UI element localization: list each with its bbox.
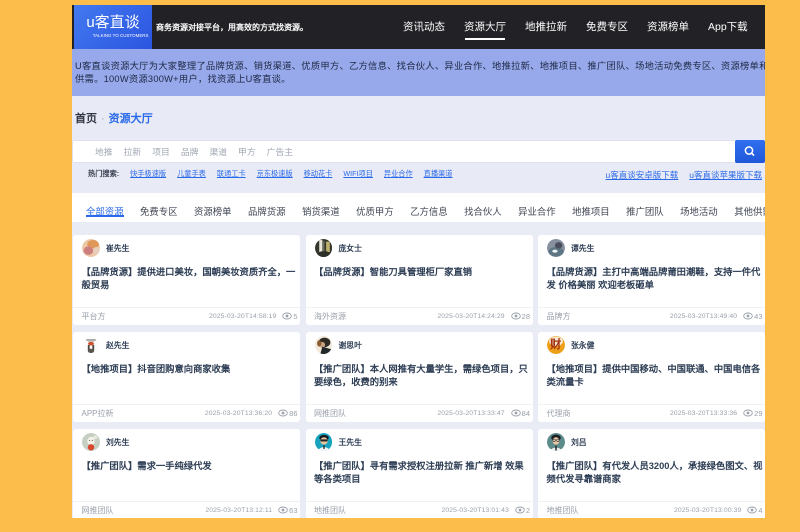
svg-text:财: 财: [549, 337, 561, 351]
